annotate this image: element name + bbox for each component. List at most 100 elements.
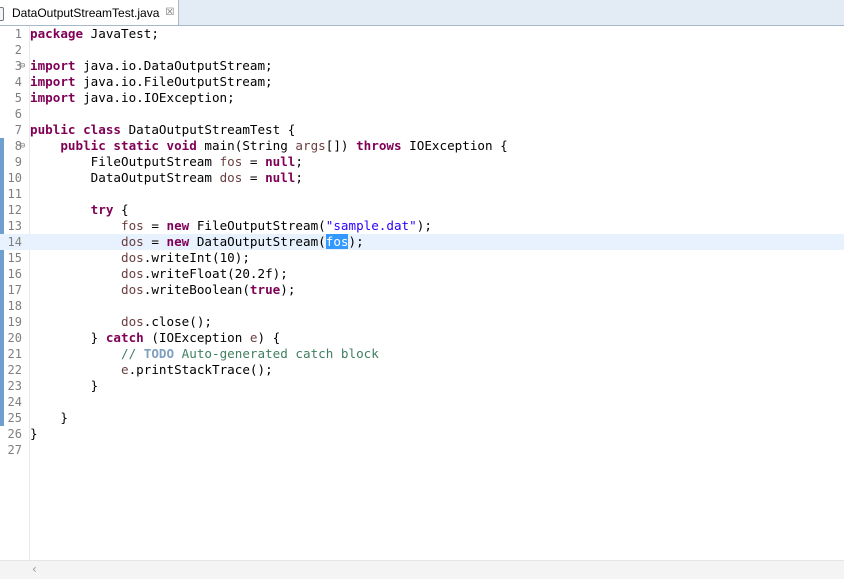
code-token: = [143, 234, 167, 249]
code-token: args [295, 138, 326, 153]
code-line[interactable]: 27 [0, 442, 844, 458]
line-number: 18 [7, 299, 22, 313]
code-token: (IOException [143, 330, 250, 345]
code-line[interactable]: 23 } [0, 378, 844, 394]
code-line[interactable]: 21 // TODO Auto-generated catch block [0, 346, 844, 362]
code-line[interactable]: 2 [0, 42, 844, 58]
code-token: java.io.DataOutputStream; [75, 58, 273, 73]
line-number: 23 [7, 379, 22, 393]
code-line[interactable]: 26} [0, 426, 844, 442]
code-token: dos [121, 314, 144, 329]
line-number: 21 [7, 347, 22, 361]
line-number: 25 [7, 411, 22, 425]
code-line[interactable]: 17 dos.writeBoolean(true); [0, 282, 844, 298]
code-text: try { [30, 202, 129, 218]
code-line[interactable]: 19 dos.close(); [0, 314, 844, 330]
code-token: new [166, 234, 190, 249]
code-editor[interactable]: 1 package JavaTest; 2 3 ⊖ import java.io.Data… [0, 26, 844, 560]
tab-dataoutputstreamtest[interactable]: DataOutputStreamTest.java ☒ [0, 0, 179, 25]
code-line[interactable]: 6 [0, 106, 844, 122]
code-text: dos.writeFloat(20.2f); [30, 266, 288, 282]
code-token: java.io.FileOutputStream; [75, 74, 273, 89]
close-icon[interactable]: ☒ [165, 7, 174, 18]
line-number: 9 [14, 155, 22, 169]
code-text: // TODO Auto-generated catch block [30, 346, 379, 362]
code-token: dos [219, 170, 243, 185]
scroll-left-icon[interactable]: ‹ [32, 562, 37, 576]
code-token: true [249, 282, 281, 297]
code-token: main(String [196, 138, 296, 153]
code-token: .close(); [143, 314, 212, 329]
selected-text: fos [325, 234, 349, 249]
code-token: .writeBoolean( [143, 282, 250, 297]
line-number: 11 [7, 187, 22, 201]
code-token: JavaTest; [83, 26, 159, 41]
code-line[interactable]: 10 DataOutputStream dos = null; [0, 170, 844, 186]
code-line[interactable]: 25 } [0, 410, 844, 426]
code-token: dos [121, 250, 144, 265]
code-token: { [113, 202, 129, 217]
code-token: new [166, 218, 190, 233]
code-line[interactable]: 4 import java.io.FileOutputStream; [0, 74, 844, 90]
code-text: fos = new FileOutputStream("sample.dat")… [30, 218, 432, 234]
code-line[interactable]: 1 package JavaTest; [0, 26, 844, 42]
code-text: dos = new DataOutputStream(fos); [30, 234, 364, 250]
line-number: 12 [7, 203, 22, 217]
code-line[interactable]: 15 dos.writeInt(10); [0, 250, 844, 266]
code-text: import java.io.DataOutputStream; [30, 58, 273, 74]
line-number: 26 [7, 427, 22, 441]
code-token: e [249, 330, 258, 345]
line-number: 8 [14, 139, 22, 153]
code-token: try [90, 202, 114, 217]
code-line[interactable]: 14 dos = new DataOutputStream(fos); [0, 234, 844, 250]
code-token: public class [30, 122, 121, 137]
code-line[interactable]: 13 fos = new FileOutputStream("sample.da… [0, 218, 844, 234]
code-token: .printStackTrace(); [128, 362, 273, 377]
code-line[interactable]: 3 ⊖ import java.io.DataOutputStream; [0, 58, 844, 74]
code-text: public class DataOutputStreamTest { [30, 122, 295, 138]
code-token: import [30, 74, 76, 89]
code-token: = [143, 218, 167, 233]
fold-toggle-icon[interactable]: ⊖ [20, 138, 25, 154]
line-number: 2 [14, 43, 22, 57]
code-line[interactable]: 18 [0, 298, 844, 314]
code-token: dos [121, 234, 144, 249]
horizontal-scrollbar[interactable]: ‹ [0, 560, 844, 579]
code-token: FileOutputStream( [189, 218, 326, 233]
code-token: dos [121, 266, 144, 281]
code-token: []) [325, 138, 357, 153]
code-line[interactable]: 20 } catch (IOException e) { [0, 330, 844, 346]
fold-toggle-icon[interactable]: ⊖ [20, 58, 25, 74]
editor-tab-bar: DataOutputStreamTest.java ☒ [0, 0, 844, 26]
code-token: null [265, 170, 296, 185]
code-line[interactable]: 8 ⊖ public static void main(String args[]… [0, 138, 844, 154]
code-token: import [30, 58, 76, 73]
code-token: import [30, 90, 76, 105]
code-line[interactable]: 5 import java.io.IOException; [0, 90, 844, 106]
line-number: 7 [14, 123, 22, 137]
code-line[interactable]: 12 try { [0, 202, 844, 218]
code-token: // [121, 346, 144, 361]
code-line[interactable]: 9 FileOutputStream fos = null; [0, 154, 844, 170]
code-token: ; [295, 170, 303, 185]
code-line[interactable]: 16 dos.writeFloat(20.2f); [0, 266, 844, 282]
code-line[interactable]: 24 [0, 394, 844, 410]
code-line[interactable]: 7 public class DataOutputStreamTest { [0, 122, 844, 138]
code-line[interactable]: 11 [0, 186, 844, 202]
code-token: public static void [60, 138, 197, 153]
code-text: import java.io.IOException; [30, 90, 235, 106]
code-token: IOException { [401, 138, 508, 153]
code-line[interactable]: 22 e.printStackTrace(); [0, 362, 844, 378]
line-number: 14 [7, 235, 22, 249]
code-token: ); [348, 234, 364, 249]
line-number: 3 [14, 59, 22, 73]
code-token: package [30, 26, 84, 41]
